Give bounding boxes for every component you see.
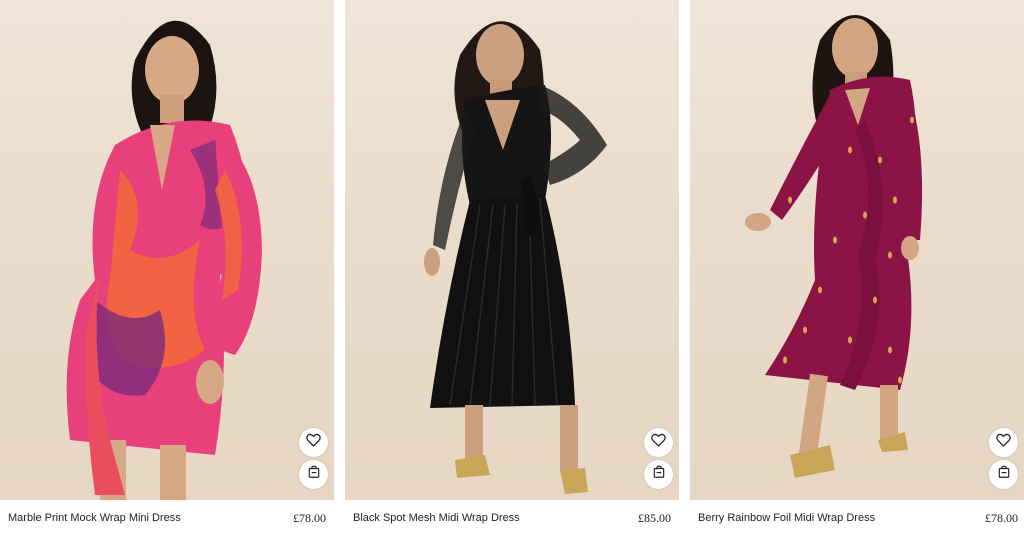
product-grid: Marble Print Mock Wrap Mini Dress £78.00: [0, 0, 1024, 534]
product-name[interactable]: Berry Rainbow Foil Midi Wrap Dress: [698, 512, 875, 524]
product-image[interactable]: [345, 0, 679, 500]
model-marble-dress-illustration: [66, 20, 262, 500]
product-card[interactable]: Berry Rainbow Foil Midi Wrap Dress £78.0…: [690, 0, 1024, 534]
shopping-bag-icon: [307, 465, 321, 484]
heart-icon: [306, 433, 321, 452]
add-to-bag-button[interactable]: [299, 460, 328, 489]
product-name[interactable]: Black Spot Mesh Midi Wrap Dress: [353, 512, 520, 524]
add-to-bag-button[interactable]: [989, 460, 1018, 489]
wishlist-button[interactable]: [299, 428, 328, 457]
heart-icon: [996, 433, 1011, 452]
model-black-dress-illustration: [424, 21, 607, 494]
product-price: £78.00: [985, 511, 1018, 525]
product-image[interactable]: [690, 0, 1024, 500]
product-name[interactable]: Marble Print Mock Wrap Mini Dress: [8, 512, 181, 524]
product-card[interactable]: Black Spot Mesh Midi Wrap Dress £85.00: [345, 0, 679, 534]
heart-icon: [651, 433, 666, 452]
shopping-bag-icon: [997, 465, 1011, 484]
add-to-bag-button[interactable]: [644, 460, 673, 489]
product-card[interactable]: Marble Print Mock Wrap Mini Dress £78.00: [0, 0, 334, 534]
product-price: £85.00: [638, 511, 671, 525]
product-image[interactable]: [0, 0, 334, 500]
wishlist-button[interactable]: [644, 428, 673, 457]
wishlist-button[interactable]: [989, 428, 1018, 457]
product-price: £78.00: [293, 511, 326, 525]
shopping-bag-icon: [652, 465, 666, 484]
model-berry-dress-illustration: [745, 15, 923, 478]
